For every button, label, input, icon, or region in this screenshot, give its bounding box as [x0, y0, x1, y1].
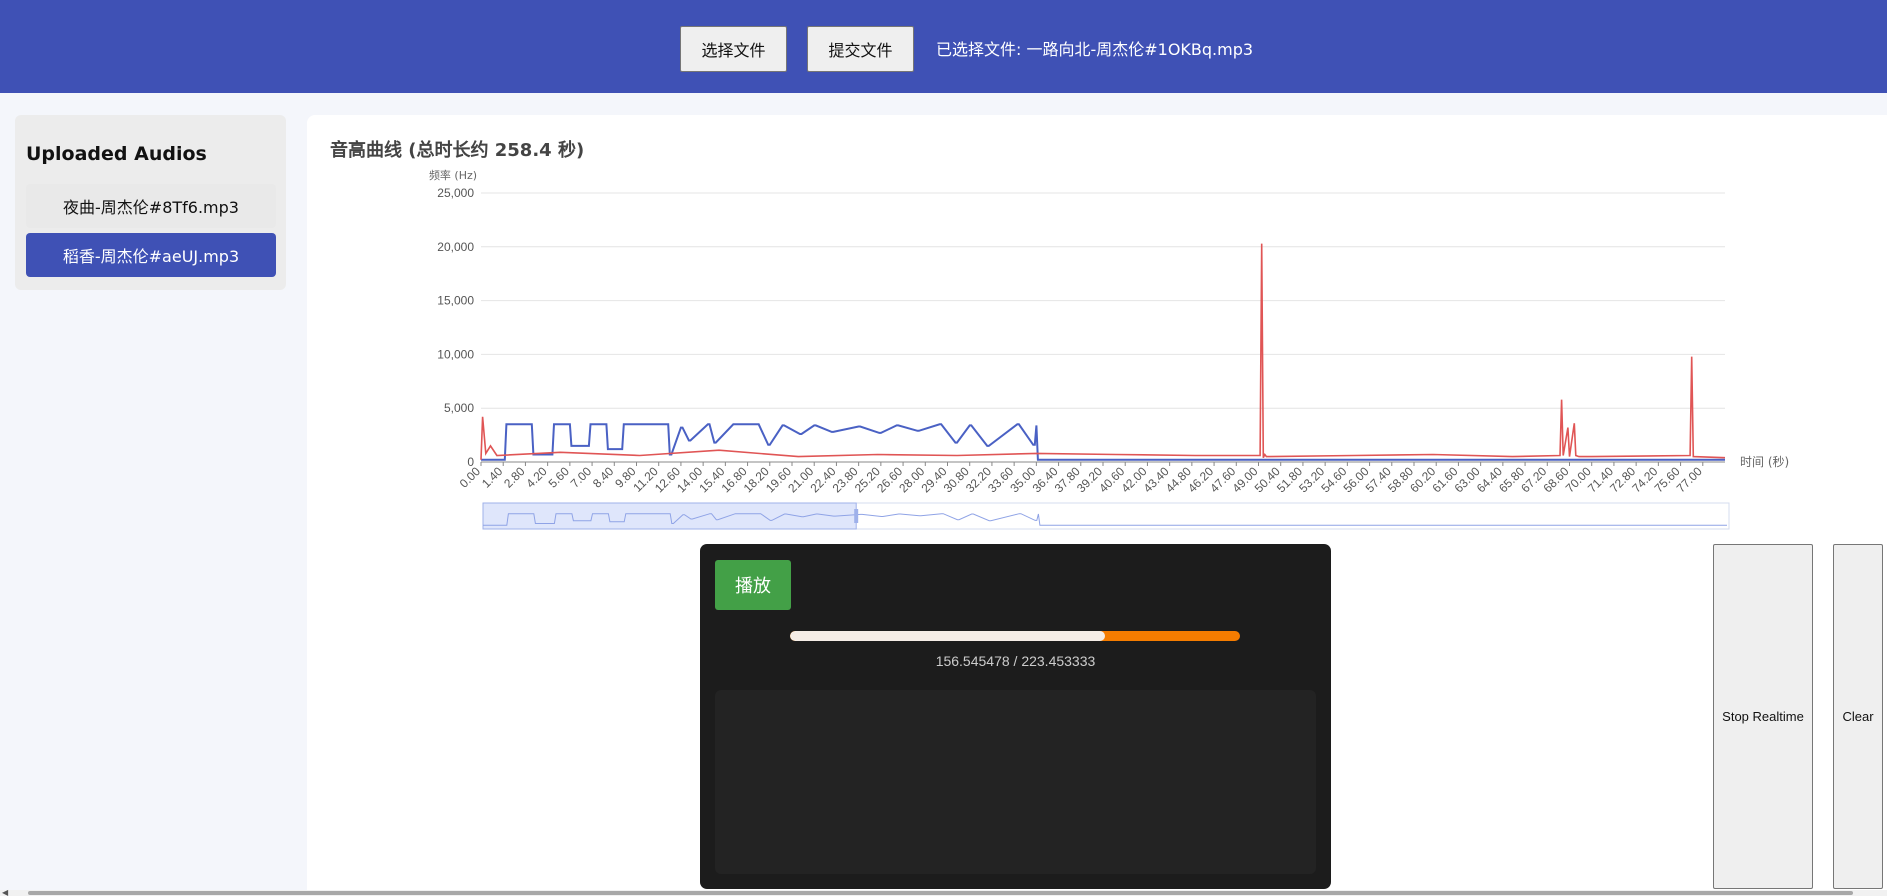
- x-axis-label: 时间 (秒): [1740, 455, 1789, 469]
- visualizer-area: [715, 690, 1316, 874]
- top-toolbar: 选择文件 提交文件 已选择文件: 一路向北-周杰伦#1OKBq.mp3: [0, 0, 1887, 93]
- x-tick-label: 7.00: [568, 464, 595, 491]
- y-tick-label: 5,000: [444, 401, 474, 415]
- play-button[interactable]: 播放: [715, 560, 791, 610]
- scroll-left-arrow-icon[interactable]: ◀: [2, 888, 8, 896]
- data-zoom-handle: [854, 509, 859, 523]
- clear-button[interactable]: Clear: [1833, 544, 1883, 889]
- y-axis-label: 频率 (Hz): [429, 168, 477, 182]
- selected-file-label: 已选择文件: 一路向北-周杰伦#1OKBq.mp3: [936, 40, 1254, 59]
- horizontal-scrollbar[interactable]: ◀: [0, 888, 1887, 896]
- x-tick-label: 1.40: [479, 464, 506, 491]
- x-tick-label: 2.80: [501, 464, 528, 491]
- x-tick-label: 5.60: [546, 464, 573, 491]
- progress-bar-fill: [790, 631, 1106, 641]
- select-file-button[interactable]: 选择文件: [680, 26, 787, 72]
- chart-title: 音高曲线 (总时长约 258.4 秒): [330, 140, 585, 161]
- pitch-chart[interactable]: 05,00010,00015,00020,00025,000频率 (Hz)时间 …: [420, 160, 1820, 540]
- sidebar-title: Uploaded Audios: [26, 143, 207, 165]
- uploaded-audios-sidebar: Uploaded Audios 夜曲-周杰伦#8Tf6.mp3 稻香-周杰伦#a…: [15, 115, 286, 290]
- x-tick-label: 8.40: [590, 464, 617, 491]
- audio-player: 播放 156.545478 / 223.453333: [700, 544, 1331, 889]
- progress-bar[interactable]: [790, 631, 1240, 641]
- y-tick-label: 25,000: [437, 186, 474, 200]
- audio-list-item[interactable]: 夜曲-周杰伦#8Tf6.mp3: [26, 184, 276, 228]
- submit-file-button[interactable]: 提交文件: [807, 26, 914, 72]
- x-tick-label: 0.00: [457, 464, 484, 491]
- y-tick-label: 15,000: [437, 294, 474, 308]
- x-tick-label: 4.20: [523, 464, 550, 491]
- y-tick-label: 10,000: [437, 347, 474, 361]
- audio-list-item-selected[interactable]: 稻香-周杰伦#aeUJ.mp3: [26, 233, 276, 277]
- stop-realtime-button[interactable]: Stop Realtime: [1713, 544, 1813, 889]
- y-tick-label: 20,000: [437, 240, 474, 254]
- x-tick-label: 77.00: [1674, 464, 1705, 495]
- scrollbar-thumb[interactable]: [28, 891, 1853, 895]
- time-readout: 156.545478 / 223.453333: [935, 653, 1096, 669]
